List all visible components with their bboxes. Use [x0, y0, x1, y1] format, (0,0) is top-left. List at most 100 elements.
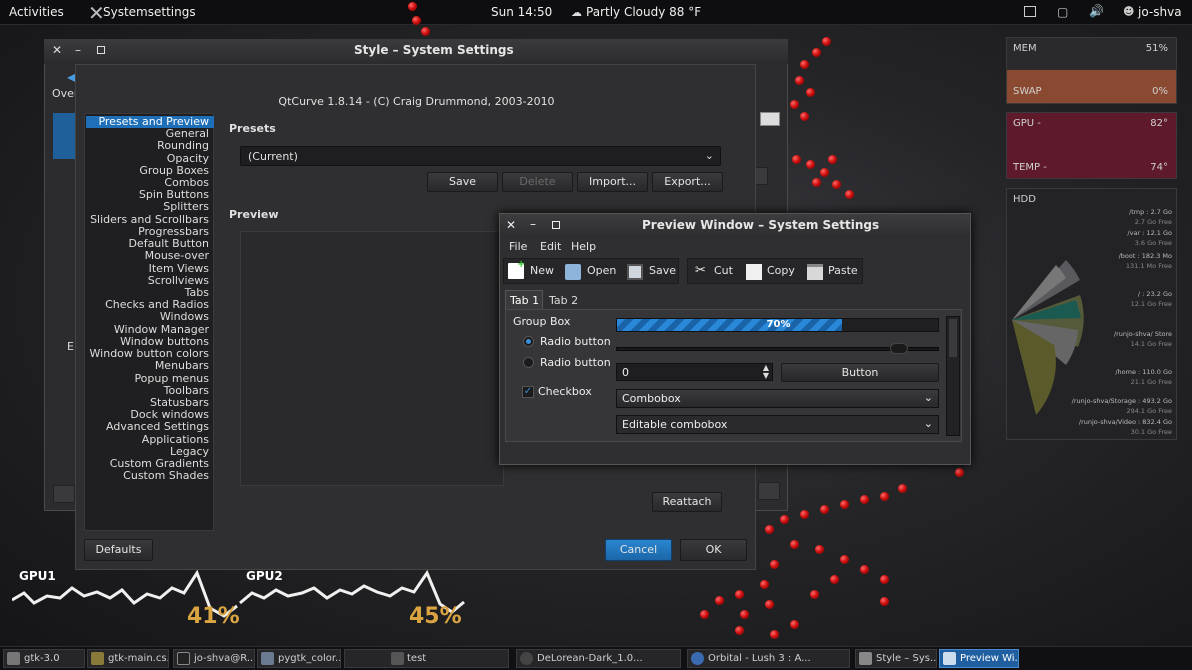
preview-button[interactable]: Button [781, 363, 939, 382]
tab-2[interactable]: Tab 2 [545, 292, 581, 309]
activities-button[interactable]: Activities [9, 5, 64, 19]
user-menu[interactable]: jo-shva [1138, 5, 1182, 19]
editable-combobox[interactable]: Editable combobox ⌄ [616, 415, 939, 434]
gpu2-label: GPU2 [246, 569, 283, 583]
copy-icon [746, 264, 762, 280]
close-icon[interactable]: ✕ [506, 218, 516, 232]
toolbar-copy-button[interactable]: Copy [767, 258, 795, 284]
weather-text[interactable]: Partly Cloudy 88 °F [586, 5, 701, 19]
sidebar-item-menubars[interactable]: Menubars [84, 359, 212, 372]
sidebar-item-windows[interactable]: Windows [84, 310, 212, 323]
toolbar-paste-button[interactable]: Paste [828, 258, 858, 284]
tab-1[interactable]: Tab 1 [505, 290, 543, 309]
preview-label: Preview [229, 208, 279, 221]
task-label: gtk-main.cs... [108, 653, 169, 664]
hdd-mount: /runjo-shva/Video : 832.4 Go [1078, 418, 1172, 426]
preset-combobox[interactable]: (Current) ⌄ [240, 146, 721, 166]
task-test[interactable]: test [344, 649, 509, 668]
slider-handle[interactable] [890, 343, 908, 354]
edge-button[interactable] [754, 167, 768, 185]
hdd-free: 21.1 Go Free [1130, 378, 1172, 386]
task-gtk-3[interactable]: gtk-3.0 [3, 649, 85, 668]
temp-label: TEMP - [1013, 162, 1047, 173]
window-title: Style – System Settings [354, 43, 514, 57]
task-pygtk[interactable]: pygtk_color... [257, 649, 341, 668]
task-label: DeLorean-Dark_1.0... [537, 653, 643, 664]
delete-preset-button[interactable]: Delete [502, 172, 573, 192]
import-preset-button[interactable]: Import... [577, 172, 648, 192]
task-label: gtk-3.0 [24, 653, 60, 664]
preview-titlebar[interactable]: ✕ – Preview Window – System Settings [500, 214, 970, 238]
radio-button-2[interactable] [523, 357, 534, 368]
gpu1-value: 41% [187, 604, 240, 629]
task-style-settings[interactable]: Style – Sys... [855, 649, 937, 668]
task-gtk-main[interactable]: gtk-main.cs... [87, 649, 169, 668]
toolbar-save-button[interactable]: Save [649, 258, 676, 284]
qtcurve-header: QtCurve 1.8.14 - (C) Craig Drummond, 200… [278, 95, 555, 108]
task-label: jo-shva@R... [194, 653, 255, 664]
maximize-icon[interactable] [97, 46, 105, 54]
toolbar-cut-button[interactable]: Cut [714, 258, 733, 284]
task-delorean[interactable]: DeLorean-Dark_1.0... [516, 649, 681, 668]
group-box-title: Group Box [513, 315, 571, 328]
checkbox-label: Checkbox [538, 385, 592, 398]
radio-button-1[interactable] [523, 336, 534, 347]
behind-label: E [67, 340, 74, 353]
cut-icon: ✂ [695, 263, 706, 278]
sidebar-item-advanced-settings[interactable]: Advanced Settings [84, 420, 212, 433]
hdd-free: 30.1 Go Free [1130, 428, 1172, 436]
toolbar-open-button[interactable]: Open [587, 258, 616, 284]
progress-bar: 70% [616, 318, 939, 332]
toolbar-new-button[interactable]: New [530, 258, 554, 284]
combobox[interactable]: Combobox ⌄ [616, 389, 939, 408]
overview-item[interactable] [53, 113, 75, 159]
menu-file[interactable]: File [509, 240, 527, 253]
scrollbar-thumb[interactable] [949, 319, 957, 357]
sidebar-item-rounding[interactable]: Rounding [84, 139, 212, 152]
progress-label: 70% [766, 319, 791, 330]
slider-track[interactable] [616, 343, 939, 354]
sidebar-item-custom-shades[interactable]: Custom Shades [84, 469, 212, 482]
menu-help[interactable]: Help [571, 240, 596, 253]
spin-down-icon[interactable]: ▼ [763, 371, 769, 380]
task-terminal[interactable]: jo-shva@R... [173, 649, 255, 668]
task-label: Preview Wi... [960, 653, 1019, 664]
reattach-button[interactable]: Reattach [652, 492, 722, 512]
ok-button[interactable]: OK [680, 539, 747, 561]
cancel-button[interactable]: Cancel [605, 539, 672, 561]
close-icon[interactable]: ✕ [52, 43, 62, 57]
defaults-button[interactable]: Defaults [84, 539, 153, 561]
save-preset-button[interactable]: Save [427, 172, 498, 192]
spin-box[interactable]: 0 ▲ ▼ [616, 363, 773, 381]
radio-label-2: Radio button [540, 356, 611, 369]
vertical-scrollbar[interactable] [946, 316, 960, 436]
preview-window-title: Preview Window – System Settings [642, 218, 880, 232]
hidden-button-right[interactable] [758, 482, 780, 500]
checkbox[interactable]: ✓ [522, 386, 534, 398]
presets-label: Presets [229, 122, 276, 135]
export-preset-button[interactable]: Export... [652, 172, 723, 192]
weather-icon: ☁ [571, 6, 582, 19]
clipboard-icon[interactable]: ▢ [1057, 5, 1068, 19]
task-orbital[interactable]: Orbital - Lush 3 : A... [687, 649, 850, 668]
open-folder-icon [565, 264, 581, 280]
top-panel: Activities ✕ Systemsettings Sun 14:50 ☁ … [0, 0, 1192, 25]
gpu1-label: GPU1 [19, 569, 56, 583]
screen-icon[interactable] [1024, 6, 1036, 17]
task-preview-window[interactable]: Preview Wi... [939, 649, 1019, 668]
clock[interactable]: Sun 14:50 [491, 5, 552, 19]
menu-edit[interactable]: Edit [540, 240, 561, 253]
task-label: Orbital - Lush 3 : A... [708, 653, 811, 664]
minimize-icon[interactable]: – [75, 43, 81, 57]
minimize-icon[interactable]: – [530, 217, 536, 231]
hdd-mount: /tmp : 2.7 Go [1129, 208, 1172, 216]
sidebar-item-mouse-over[interactable]: Mouse-over [84, 249, 212, 262]
style-window-titlebar[interactable]: ✕ – Style – System Settings [44, 39, 788, 64]
mem-label: MEM [1013, 43, 1037, 54]
hidden-button[interactable] [53, 485, 75, 503]
hdd-free: 12.1 Go Free [1130, 300, 1172, 308]
maximize-icon[interactable] [552, 221, 560, 229]
sidebar-item-splitters[interactable]: Splitters [84, 200, 212, 213]
volume-icon[interactable]: 🔊 [1089, 4, 1104, 18]
app-menu[interactable]: Systemsettings [103, 5, 196, 19]
